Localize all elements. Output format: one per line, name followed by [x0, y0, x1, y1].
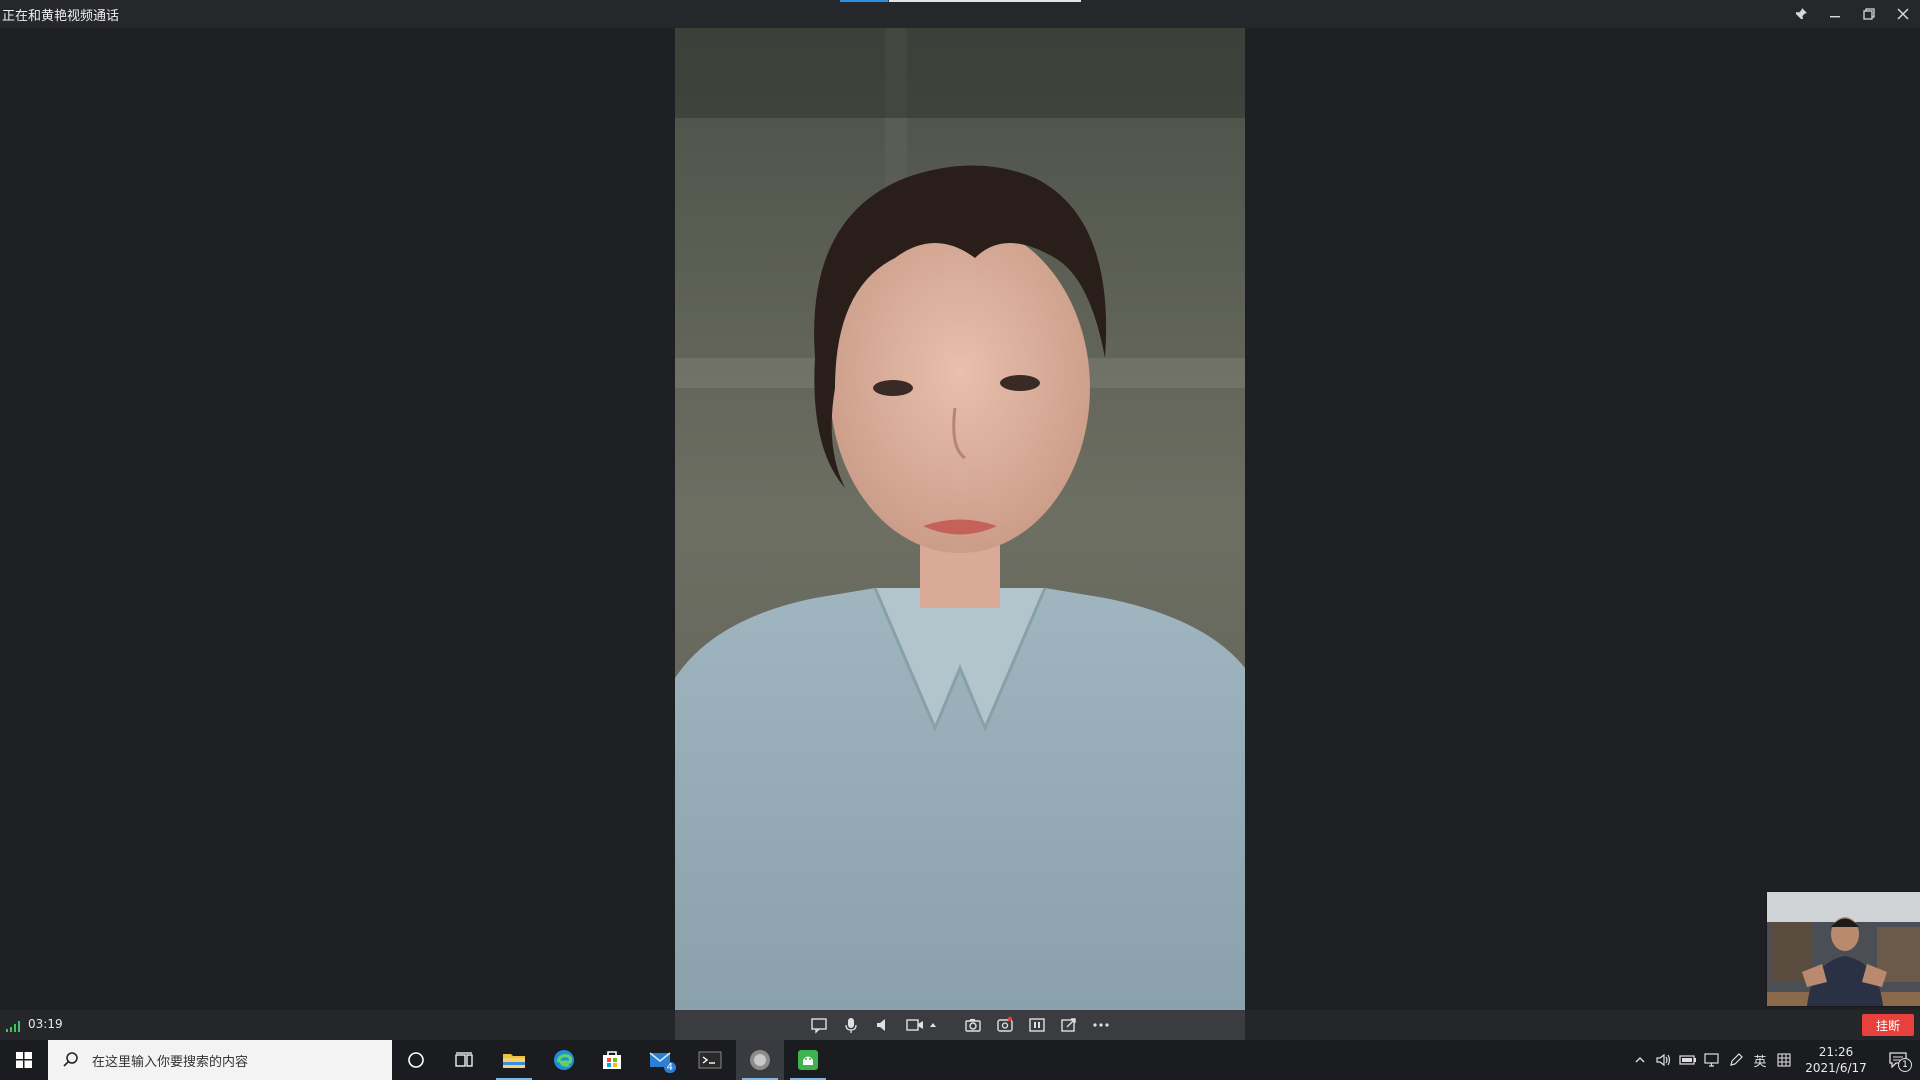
cortana-button[interactable]	[392, 1040, 440, 1080]
remote-video-frame	[675, 28, 1245, 1010]
layout-icon	[1029, 1018, 1045, 1032]
more-button[interactable]	[1090, 1014, 1112, 1036]
pin-button[interactable]	[1784, 0, 1818, 28]
camera-button[interactable]	[904, 1014, 926, 1036]
call-control-bar: 03:19 挂断	[0, 1010, 1920, 1040]
search-icon	[63, 1052, 78, 1067]
chevron-up-icon	[1635, 1057, 1645, 1063]
folder-icon	[503, 1054, 525, 1068]
camera-icon	[906, 1019, 923, 1031]
ime-language-button[interactable]: 英	[1748, 1040, 1772, 1080]
title-progress-rest	[889, 0, 1081, 2]
screenshot-button[interactable]	[962, 1014, 984, 1036]
windows-icon	[16, 1052, 32, 1068]
minimize-icon	[1830, 16, 1840, 18]
caret-up-icon	[930, 1023, 936, 1027]
edge-button[interactable]	[540, 1040, 588, 1080]
call-duration: 03:19	[28, 1017, 63, 1031]
pen-button[interactable]	[1724, 1040, 1748, 1080]
clock-time: 21:26	[1818, 1045, 1854, 1059]
record-button[interactable]	[994, 1014, 1016, 1036]
battery-icon	[1679, 1055, 1696, 1065]
clock[interactable]: 21:26 2021/6/17	[1796, 1044, 1876, 1076]
window-title: 正在和黄艳视频通话	[2, 8, 120, 24]
share-screen-button[interactable]	[1058, 1014, 1080, 1036]
self-video-frame	[1767, 892, 1920, 1006]
android-app-button[interactable]	[784, 1040, 832, 1080]
terminal-button[interactable]	[686, 1040, 734, 1080]
android-icon	[798, 1050, 818, 1070]
mail-badge: 4	[663, 1062, 676, 1073]
taskbar: 在这里输入你要搜索的内容 4 英 21:26 2021/6/17 1	[0, 1040, 1920, 1080]
microphone-icon	[845, 1018, 857, 1033]
keyboard-grid-icon	[1777, 1053, 1791, 1067]
pen-icon	[1730, 1053, 1743, 1066]
close-icon	[1897, 8, 1909, 20]
network-icon	[1704, 1053, 1719, 1067]
share-screen-icon	[1061, 1018, 1076, 1032]
camera-options-button[interactable]	[928, 1014, 938, 1036]
restore-icon	[1863, 8, 1875, 20]
cortana-icon	[408, 1052, 424, 1068]
ime-mode-button[interactable]	[1772, 1040, 1796, 1080]
call-progress-fill	[840, 0, 888, 2]
action-center-button[interactable]: 1	[1876, 1040, 1920, 1080]
microphone-button[interactable]	[840, 1014, 862, 1036]
screenshot-icon	[965, 1019, 981, 1032]
network-button[interactable]	[1700, 1040, 1724, 1080]
task-view-icon	[455, 1052, 473, 1067]
terminal-icon	[698, 1051, 722, 1069]
store-icon	[603, 1051, 621, 1069]
search-placeholder: 在这里输入你要搜索的内容	[92, 1054, 249, 1070]
self-video-preview[interactable]	[1766, 891, 1920, 1007]
speaker-button[interactable]	[872, 1014, 894, 1036]
volume-icon	[1656, 1053, 1671, 1067]
clock-date: 2021/6/17	[1805, 1061, 1867, 1075]
minimize-button[interactable]	[1818, 0, 1852, 28]
mail-button[interactable]: 4	[638, 1040, 686, 1080]
battery-button[interactable]	[1676, 1040, 1700, 1080]
window-controls	[1784, 0, 1920, 28]
show-hidden-icons-button[interactable]	[1628, 1040, 1652, 1080]
title-bar: 正在和黄艳视频通话	[0, 0, 1920, 28]
app-circle-icon	[750, 1050, 770, 1070]
signal-strength-icon	[6, 1020, 20, 1032]
remote-video[interactable]	[675, 28, 1245, 1010]
video-call-app-button[interactable]	[736, 1040, 784, 1080]
file-explorer-button[interactable]	[490, 1040, 538, 1080]
volume-button[interactable]	[1652, 1040, 1676, 1080]
chat-button[interactable]	[808, 1014, 830, 1036]
notification-badge: 1	[1898, 1058, 1912, 1072]
layout-button[interactable]	[1026, 1014, 1048, 1036]
close-button[interactable]	[1886, 0, 1920, 28]
record-icon	[997, 1016, 1013, 1032]
call-toolbar	[675, 1010, 1245, 1040]
speaker-icon	[877, 1019, 885, 1031]
chat-icon	[811, 1018, 827, 1034]
system-tray: 英 21:26 2021/6/17 1	[1628, 1040, 1920, 1080]
edge-icon	[554, 1050, 574, 1070]
pin-icon	[1795, 8, 1807, 20]
store-button[interactable]	[588, 1040, 636, 1080]
restore-button[interactable]	[1852, 0, 1886, 28]
start-button[interactable]	[0, 1040, 48, 1080]
task-view-button[interactable]	[440, 1040, 488, 1080]
taskbar-search[interactable]: 在这里输入你要搜索的内容	[48, 1040, 392, 1080]
hangup-button[interactable]: 挂断	[1862, 1014, 1914, 1036]
more-icon	[1093, 1023, 1109, 1027]
